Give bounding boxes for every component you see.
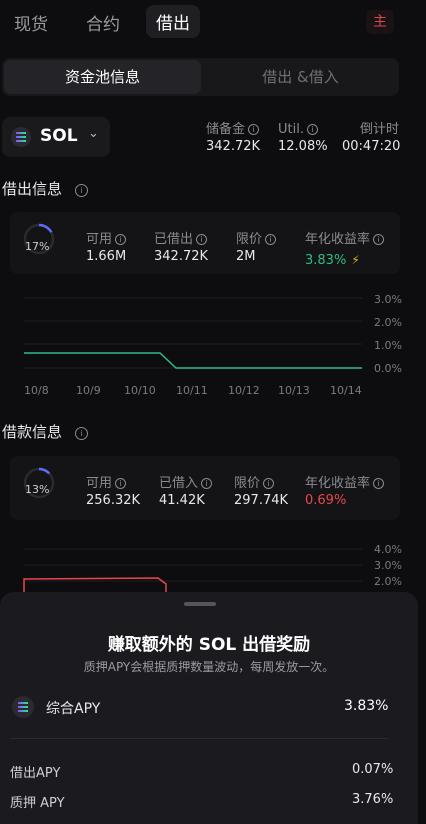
lend-available-value: 1.66M — [86, 249, 127, 264]
reserve-label: 储备金 — [206, 122, 246, 137]
borrow-borrowed-label-wrap: 已借入 i — [159, 472, 213, 491]
borrow-apy-line — [23, 577, 167, 592]
tab-contract[interactable]: 合约 — [86, 10, 120, 35]
y-tick-label: 1.0% — [374, 339, 402, 352]
lend-apy-wrap: 3.83% ⚡ — [305, 249, 360, 268]
lend-apy-label: 年化收益率 — [305, 232, 371, 247]
stake-apy-row-value: 3.76% — [352, 792, 394, 807]
util-label-wrap: Util. i — [278, 118, 318, 137]
lend-lent-label: 已借出 — [154, 232, 194, 247]
x-tick-label: 10/11 — [176, 384, 208, 397]
reserve-label-wrap: 储备金 i — [206, 118, 260, 137]
info-icon[interactable]: i — [75, 427, 89, 440]
lend-ring-percent: 17% — [25, 240, 50, 253]
y-tick-label: 2.0% — [374, 316, 402, 329]
borrow-limit-label-wrap: 限价 i — [234, 472, 275, 491]
borrow-available-label-wrap: 可用 i — [86, 472, 127, 491]
borrow-borrowed-label: 已借入 — [159, 476, 199, 491]
segmented-control: 资金池信息 借出 &借入 — [2, 58, 399, 96]
lend-apy-label-wrap: 年化收益率 i — [305, 228, 385, 247]
borrow-apy-value: 0.69% — [305, 493, 347, 508]
lend-apy-row-value: 0.07% — [352, 762, 394, 777]
lend-limit-label: 限价 — [236, 232, 263, 247]
countdown-label: 倒计时 — [360, 122, 400, 137]
x-tick-label: 10/9 — [76, 384, 101, 397]
borrow-apy-chart: 4.0% 3.0% 2.0% — [23, 543, 402, 592]
x-tick-label: 10/14 — [330, 384, 362, 397]
borrow-available-label: 可用 — [86, 476, 113, 491]
y-tick-label: 4.0% — [374, 543, 402, 556]
tab-lending[interactable]: 借出 — [146, 5, 200, 38]
borrow-section-header: 借款信息 i — [2, 421, 89, 442]
lend-limit-value: 2M — [236, 249, 256, 264]
borrow-section-title: 借款信息 — [2, 423, 63, 441]
info-icon[interactable]: i — [373, 234, 385, 245]
lend-limit-label-wrap: 限价 i — [236, 228, 277, 247]
reserve-value: 342.72K — [206, 139, 261, 154]
info-icon[interactable]: i — [248, 124, 260, 135]
borrow-limit-value: 297.74K — [234, 493, 289, 508]
util-value: 12.08% — [278, 139, 328, 154]
sol-icon — [12, 696, 34, 718]
sheet-title: 赚取额外的 SOL 出借奖励 — [107, 635, 311, 655]
borrow-ring-percent: 13% — [25, 483, 50, 496]
x-tick-label: 10/10 — [124, 384, 156, 397]
borrow-borrowed-value: 41.42K — [159, 493, 205, 508]
lend-lent-label-wrap: 已借出 i — [154, 228, 208, 247]
info-icon[interactable]: i — [75, 184, 89, 197]
info-icon[interactable]: i — [373, 478, 385, 489]
borrow-available-value: 256.32K — [86, 493, 141, 508]
total-apy-label: 综合APY — [46, 701, 101, 717]
x-tick-label: 10/13 — [278, 384, 310, 397]
lend-apy-value: 3.83% — [305, 253, 347, 268]
tab-lend-borrow[interactable]: 借出 &借入 — [202, 58, 399, 96]
bolt-icon[interactable]: ⚡ — [351, 253, 359, 267]
sheet-drag-handle[interactable] — [184, 602, 216, 606]
asset-selector[interactable]: SOL ⌄ — [2, 117, 110, 157]
y-tick-label: 2.0% — [374, 575, 402, 588]
total-apy-value: 3.83% — [344, 698, 389, 714]
countdown-value: 00:47:20 — [342, 139, 401, 154]
sheet-divider — [10, 738, 388, 739]
lend-apy-chart: 3.0% 2.0% 1.0% 0.0% 10/8 10/9 10/10 10/1… — [24, 293, 402, 397]
info-icon[interactable]: i — [263, 478, 275, 489]
lend-apy-row-label: 借出APY — [10, 766, 61, 781]
lend-available-label: 可用 — [86, 232, 113, 247]
x-tick-label: 10/12 — [228, 384, 260, 397]
avatar[interactable]: 主 — [366, 10, 394, 34]
info-icon[interactable]: i — [265, 234, 277, 245]
info-icon[interactable]: i — [306, 124, 318, 135]
lend-available-label-wrap: 可用 i — [86, 228, 127, 247]
lend-apy-line — [24, 352, 362, 369]
sheet-subtitle: 质押APY会根据质押数量波动，每周发放一次。 — [83, 660, 335, 674]
y-tick-label: 3.0% — [374, 559, 402, 572]
info-icon[interactable]: i — [115, 234, 127, 245]
chevron-down-icon: ⌄ — [88, 126, 99, 141]
tab-spot[interactable]: 现货 — [14, 10, 48, 35]
y-tick-label: 0.0% — [374, 362, 402, 375]
lend-section-header: 借出信息 i — [2, 178, 89, 199]
x-tick-label: 10/8 — [24, 384, 49, 397]
apy-bottom-sheet: 赚取额外的 SOL 出借奖励 质押APY会根据质押数量波动，每周发放一次。 综合… — [0, 592, 418, 824]
lend-section-title: 借出信息 — [2, 180, 63, 198]
util-label: Util. — [278, 122, 304, 137]
info-icon[interactable]: i — [201, 478, 213, 489]
lend-lent-value: 342.72K — [154, 249, 209, 264]
sol-icon — [11, 127, 31, 147]
borrow-apy-label-wrap: 年化收益率 i — [305, 472, 385, 491]
info-icon[interactable]: i — [115, 478, 127, 489]
borrow-limit-label: 限价 — [234, 476, 261, 491]
stake-apy-row-label: 质押 APY — [10, 796, 65, 811]
y-tick-label: 3.0% — [374, 293, 402, 306]
tab-pool-info[interactable]: 资金池信息 — [4, 60, 201, 94]
borrow-apy-label: 年化收益率 — [305, 476, 371, 491]
asset-symbol: SOL — [40, 126, 78, 146]
info-icon[interactable]: i — [196, 234, 208, 245]
